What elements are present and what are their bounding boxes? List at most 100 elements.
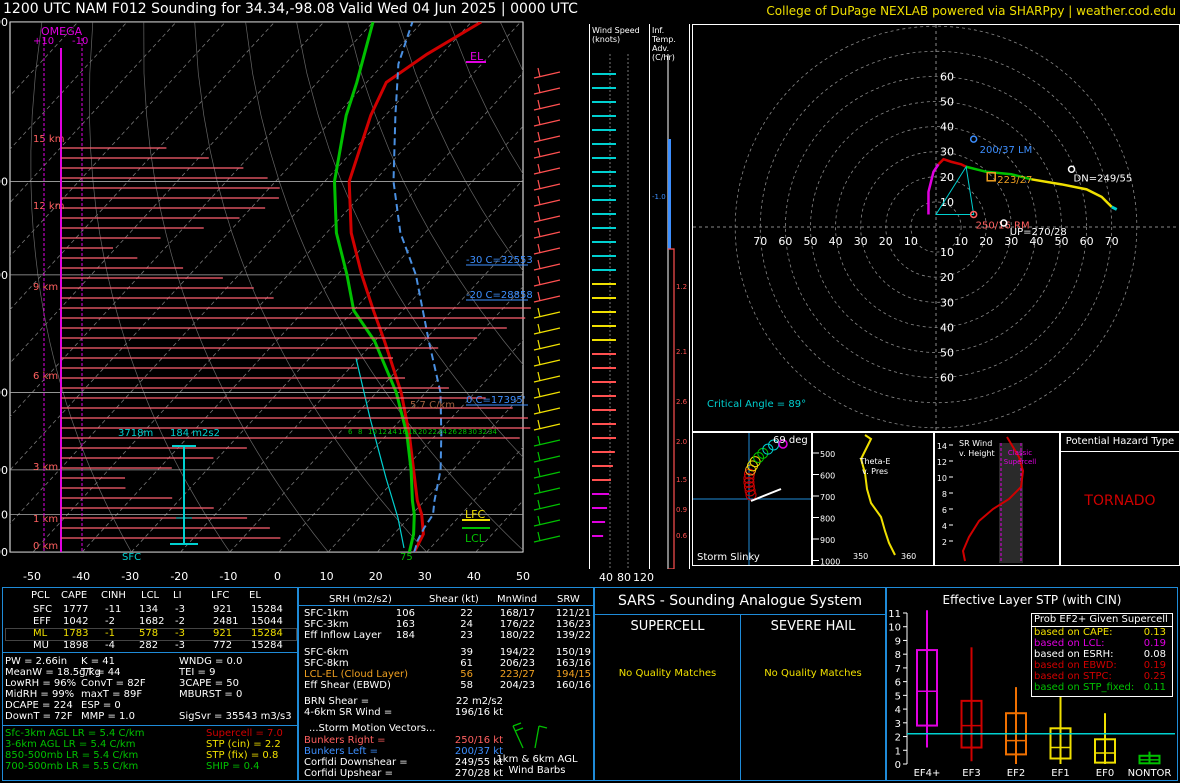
dewpoint-line [332, 22, 416, 552]
adv-value: 2.6 [676, 398, 688, 406]
dry-adiabat [398, 22, 523, 272]
dry-adiabat [143, 22, 329, 552]
kin-row-label: Eff Inflow Layer [304, 630, 382, 641]
thetae-tick: 32 [478, 428, 487, 436]
lapse-rate: 3-6km AGL LR = 5.4 C/km [5, 739, 136, 750]
sars-hail-msg: No Quality Matches [764, 668, 862, 679]
stp-legend-label: based on LCL: [1034, 638, 1105, 649]
kin-shear: 56 [460, 669, 473, 680]
isotherm-line [81, 72, 523, 552]
stp-y-tick: 2 [895, 733, 901, 744]
thetae-tick: 6 [348, 428, 353, 436]
height-label: 0 km [33, 541, 58, 552]
parcel-cell: 1783 [63, 628, 89, 639]
stp-legend-value: 0.13 [1143, 627, 1166, 638]
stp-y-tick: 7 [895, 664, 901, 675]
hodo-x-label: 10 [954, 235, 968, 248]
stp-y-tick: 5 [895, 691, 901, 702]
skewt-frame [9, 21, 524, 553]
pressure-label: 700 [0, 464, 8, 477]
parcel-cell: -11 [105, 604, 122, 615]
stp-y-tick: 8 [895, 650, 901, 661]
hazard-title: Potential Hazard Type [1061, 433, 1179, 452]
height-label: 1 km [33, 514, 58, 525]
thermo-index [179, 700, 299, 711]
wind-barb-flag [537, 275, 541, 286]
wind-barb-flag [537, 323, 541, 334]
thetae-tick: 8 [358, 428, 362, 436]
thetae-tick: 18 [408, 428, 417, 436]
kin-mnwind: 206/23 [499, 658, 535, 669]
parcel-cell: -2 [105, 616, 115, 627]
height-label: 12 km [33, 201, 64, 212]
temp-axis-label: 20 [369, 570, 383, 583]
kin-shear: 58 [460, 680, 473, 691]
storm-motion-value: 250/16 kt [454, 735, 503, 746]
isotherm-line [327, 339, 523, 552]
wind-barb [533, 519, 561, 527]
kin-mnwind: 204/23 [499, 680, 535, 691]
sars-supercell-msg: No Quality Matches [618, 668, 717, 679]
wind-barb [533, 71, 561, 79]
temp-axis-label: -50 [23, 570, 41, 583]
composite-param: Supercell = 7.0 [206, 728, 283, 739]
parcel-panel: PCL CAPE CINH LCL LI LFC EL SFC 1777 -11 134 -3 921 1… [2, 587, 298, 781]
hodo-x-label: 70 [1105, 235, 1119, 248]
sars-hail-title: SEVERE HAIL [770, 619, 856, 634]
isotherm-line [426, 446, 523, 552]
wind-barb-flag [537, 195, 541, 206]
wind-barb-flag [537, 291, 541, 302]
wind-barb [533, 375, 561, 383]
temp-adv-panel: Inf. Temp. Adv.(C/hr) -1.0 1.2 2.1 2.6 2.0 1.… [650, 24, 690, 569]
wind-barb-flag [537, 355, 541, 366]
parcel-cell: MU [33, 640, 49, 651]
sfc-temp-label: 75 [400, 552, 413, 563]
wind-barb [533, 487, 561, 495]
barb-caption: 1km & 6km AGL Wind Barbs [496, 754, 578, 776]
stp-panel: Effective Layer STP (with CIN) 11 10 9 8 7 6 5… [886, 587, 1178, 781]
storm-motion-label: Bunkers Left = [304, 746, 378, 757]
hazard-panel: Potential Hazard Type TORNADO [1060, 432, 1180, 566]
eff-inflow-top-label: 3718m [118, 428, 153, 439]
kin-header: SRW [557, 594, 580, 605]
wind-barb-flag [537, 499, 541, 510]
parcel-header: CINH [101, 590, 126, 601]
wind-barb [533, 439, 561, 447]
thermo-index: MMP = 1.0 [81, 711, 135, 722]
hodo-ring-label: 10 [940, 246, 954, 259]
isotherm-line [180, 179, 523, 552]
kin-shear: 61 [460, 658, 473, 669]
srwind-panel: 14 12 10 8 6 4 2 SR Wind v. Height Classic Sup… [934, 432, 1060, 566]
sfc-label: SFC [122, 552, 141, 563]
dry-adiabat [194, 22, 427, 552]
sars-title: SARS - Sounding Analogue System [618, 593, 862, 609]
hodo-x-label: 20 [979, 235, 993, 248]
wind-barb-flag [537, 467, 541, 478]
stp-y-tick: 10 [888, 623, 901, 634]
stp-y-tick: 6 [895, 678, 901, 689]
stp-legend-label: based on CAPE: [1034, 627, 1113, 638]
hodograph-panel: 10 10 20 20 30 30 40 40 50 50 60 60 70 60 50 40 30 20 10 10… [692, 24, 1180, 432]
wind-barb-flag [537, 483, 541, 494]
wind-barb [533, 535, 561, 543]
kin-header: Shear (kt) [429, 594, 479, 605]
adv-value: 1.2 [676, 283, 687, 291]
credit-text: College of DuPage NEXLAB powered via SHA… [766, 4, 1176, 18]
srwind-h-tick: 4 [942, 522, 947, 531]
wind-barb [533, 295, 561, 303]
wind-tick-80: 80 [617, 571, 631, 584]
storm-motion-label: Corfidi Downshear = [304, 757, 408, 768]
hodo-x-label: 30 [854, 235, 868, 248]
temp-axis-label: 30 [418, 570, 432, 583]
temp-axis-label: -10 [219, 570, 237, 583]
kin-row-label: Eff Shear (EBWD) [304, 680, 391, 691]
wind-tick-40: 40 [599, 571, 613, 584]
wind-barb-flag [537, 435, 541, 446]
composite-param: STP (cin) = 2.2 [206, 739, 281, 750]
thetae-tick: 34 [488, 428, 497, 436]
kin-shear: 22 [460, 608, 473, 619]
parcel-cell: 772 [213, 640, 233, 651]
stp-legend-title: Prob EF2+ Given Supercell [1032, 614, 1172, 627]
thetae-pres-tick: 1000 [820, 558, 840, 566]
stp-category: EF3 [962, 768, 980, 779]
